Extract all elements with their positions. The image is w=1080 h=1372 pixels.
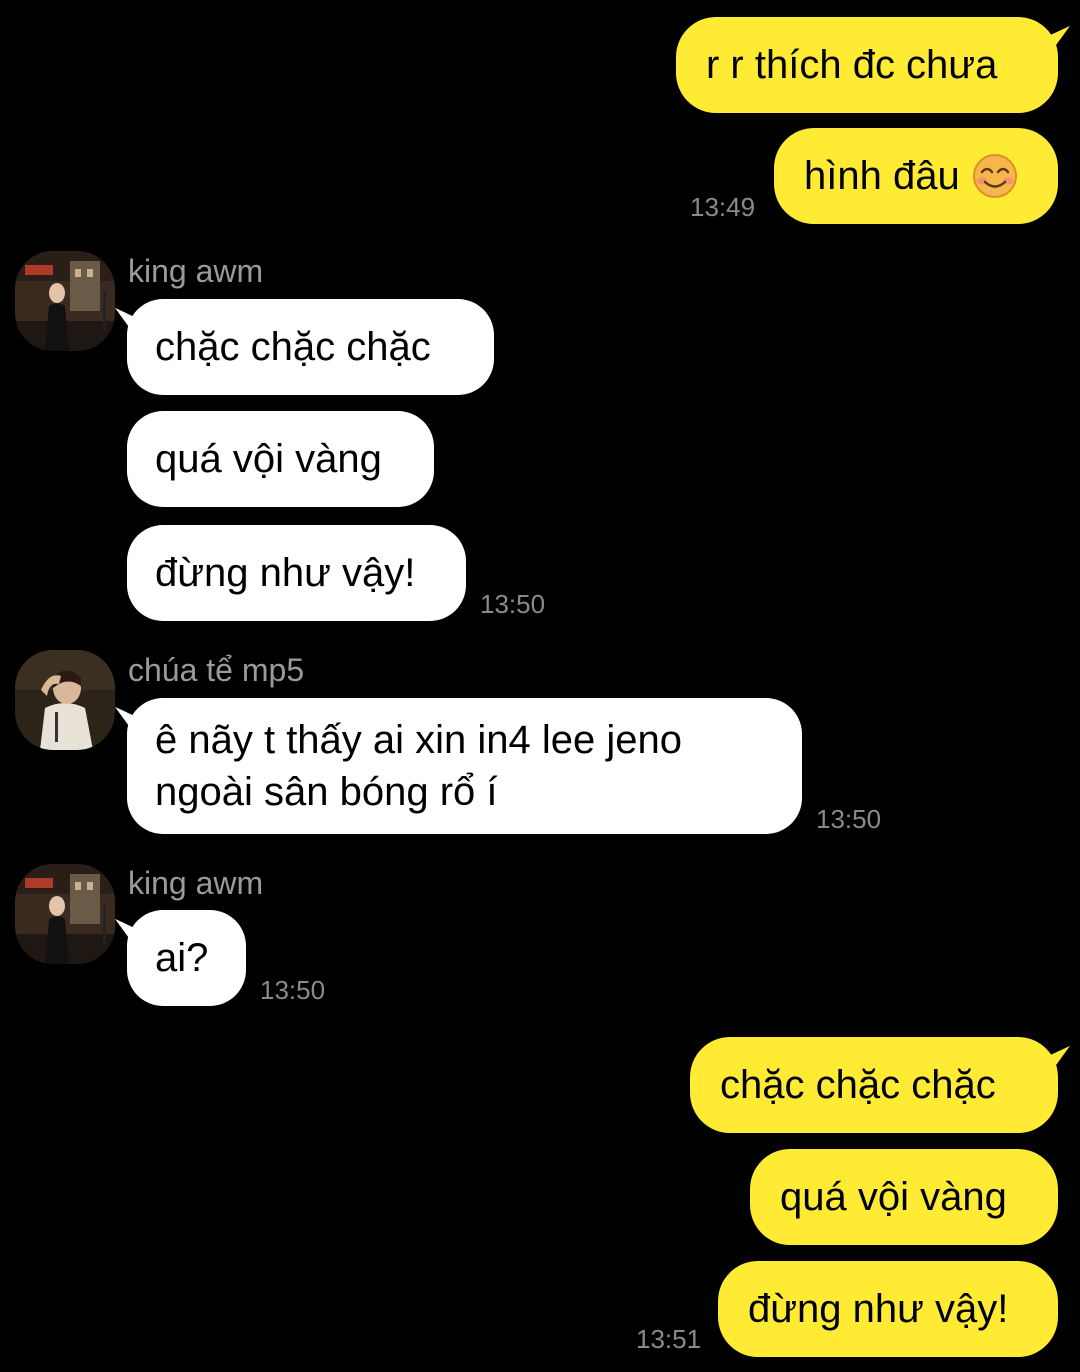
outgoing-message[interactable]: hình đâu — [774, 128, 1058, 224]
smiling-face-with-smiling-eyes-icon — [972, 153, 1018, 199]
sender-name: king awm — [128, 865, 264, 901]
message-text: quá vội vàng — [155, 437, 382, 481]
avatar[interactable] — [15, 650, 115, 750]
avatar[interactable] — [15, 864, 115, 964]
message-text: chặc chặc chặc — [155, 325, 431, 369]
outgoing-message[interactable]: r r thích đc chưa — [676, 17, 1058, 113]
message-text-line: ngoài sân bóng rổ í — [155, 770, 498, 814]
outgoing-message[interactable]: đừng như vậy! — [718, 1261, 1058, 1357]
message-text: ai? — [155, 936, 209, 980]
avatar[interactable] — [15, 251, 115, 351]
message-timestamp: 13:50 — [260, 975, 326, 1005]
outgoing-message[interactable]: quá vội vàng — [750, 1149, 1058, 1245]
sender-name: chúa tể mp5 — [128, 652, 305, 688]
message-text: đừng như vậy! — [748, 1287, 1009, 1331]
message-text-line: ê nãy t thấy ai xin in4 lee jeno — [155, 718, 683, 762]
message-timestamp: 13:49 — [690, 192, 756, 222]
incoming-message[interactable]: ai? — [127, 910, 246, 1006]
outgoing-message[interactable]: chặc chặc chặc — [690, 1037, 1058, 1133]
sender-name: king awm — [128, 253, 264, 289]
incoming-message[interactable]: ê nãy t thấy ai xin in4 lee jeno ngoài s… — [127, 698, 802, 834]
message-timestamp: 13:50 — [480, 589, 546, 619]
message-text: chặc chặc chặc — [720, 1063, 996, 1107]
incoming-message[interactable]: đừng như vậy! — [127, 525, 466, 621]
incoming-message[interactable]: chặc chặc chặc — [127, 299, 494, 395]
message-timestamp: 13:51 — [636, 1324, 702, 1354]
chat-thread[interactable]: r r thích đc chưa hình đâu 13:49 king aw… — [0, 0, 1080, 1372]
incoming-message[interactable]: quá vội vàng — [127, 411, 434, 507]
message-text: r r thích đc chưa — [706, 43, 998, 87]
message-text: quá vội vàng — [780, 1175, 1007, 1219]
message-text: hình đâu — [804, 154, 960, 198]
message-timestamp: 13:50 — [816, 804, 882, 834]
message-text: đừng như vậy! — [155, 551, 416, 595]
